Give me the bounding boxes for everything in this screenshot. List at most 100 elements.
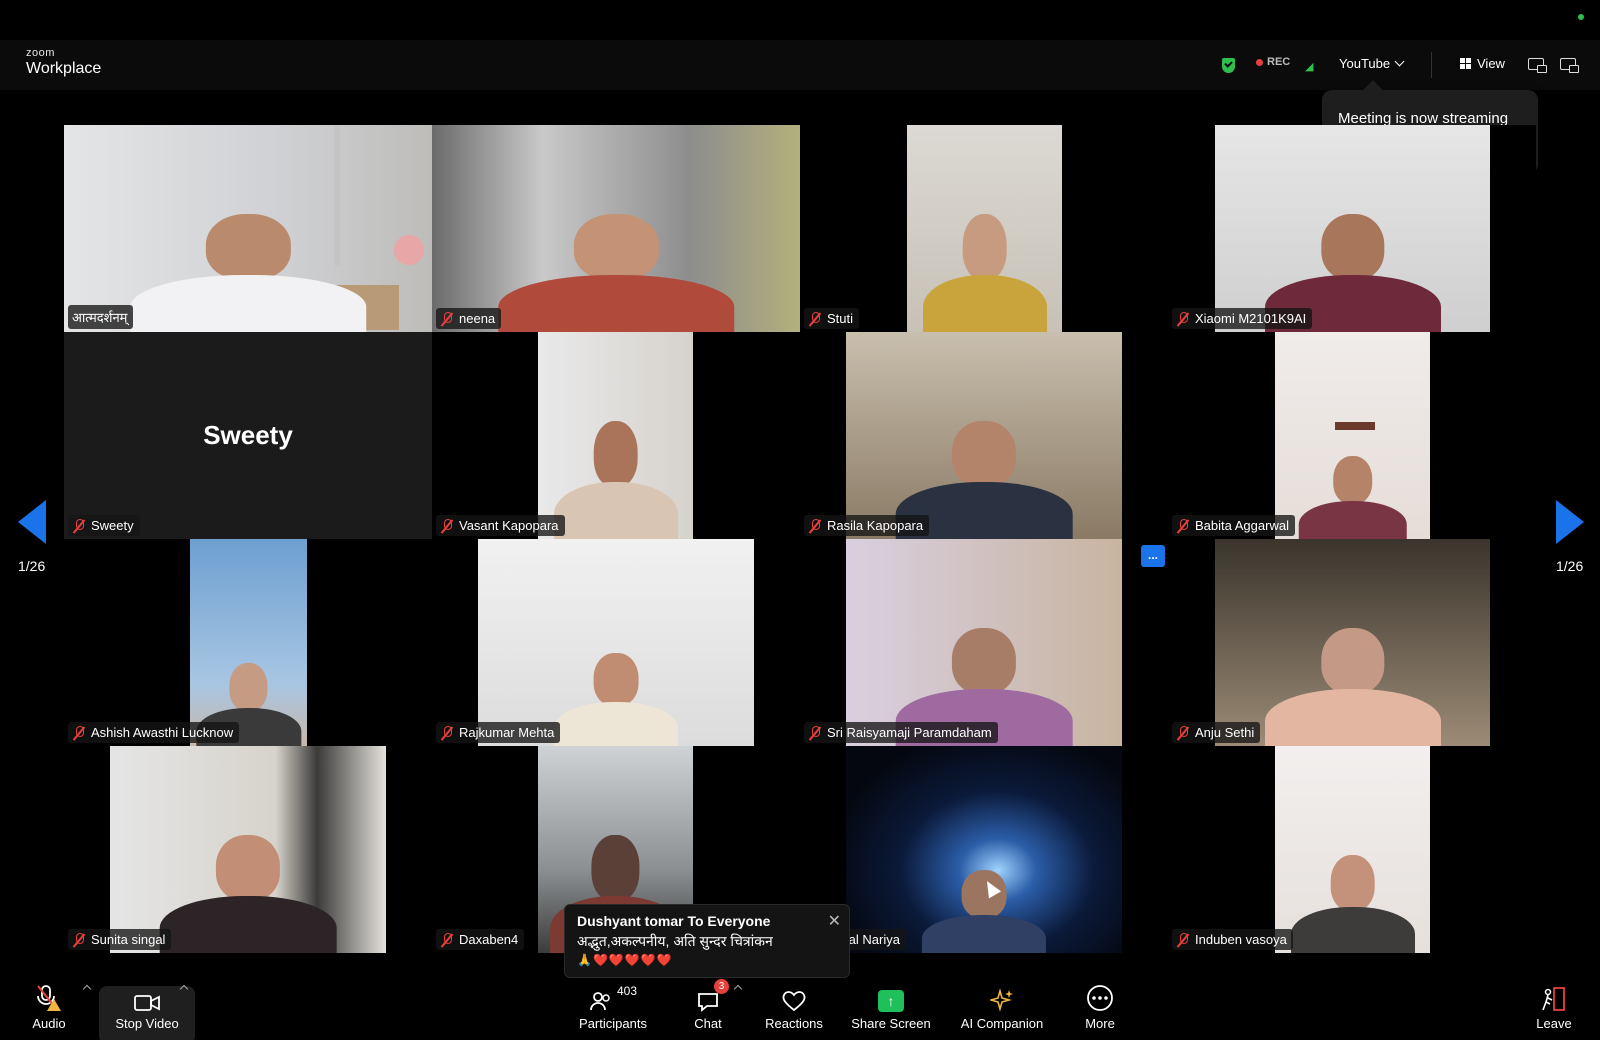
recording-indicator[interactable]: REC	[1256, 56, 1290, 68]
video-tile[interactable]: Anju Sethi	[1168, 539, 1536, 746]
minimize-window-icon[interactable]	[1528, 58, 1547, 73]
share-screen-icon: ↑	[878, 990, 904, 1012]
video-tile[interactable]: Induben vasoya	[1168, 746, 1536, 953]
figure-head	[952, 420, 1016, 488]
video-feed	[846, 539, 1122, 746]
video-feed	[1215, 539, 1490, 746]
video-tile[interactable]: Stuti	[800, 125, 1168, 332]
ai-companion-button[interactable]: AI Companion	[956, 980, 1048, 1040]
chat-button[interactable]: Chat 3	[686, 979, 730, 1040]
participant-name: Sweety	[91, 518, 134, 533]
more-dots-icon	[1078, 980, 1122, 1012]
video-feed	[846, 746, 1122, 953]
figure-head	[216, 834, 280, 902]
video-tile-camera-off[interactable]: Sweety Sweety	[64, 332, 432, 539]
fullscreen-icon[interactable]	[1560, 58, 1579, 73]
heart-icon	[762, 980, 826, 1012]
participant-name-tag: Stuti	[804, 308, 860, 329]
video-tile[interactable]: Vasant Kapopara	[432, 332, 800, 539]
participant-figure	[498, 213, 734, 332]
share-screen-icon-wrap: ↑	[848, 980, 934, 1012]
stop-video-button[interactable]: Stop Video	[107, 980, 187, 1040]
chat-sender: Dushyant tomar To Everyone	[577, 913, 771, 929]
figure-head	[1320, 213, 1385, 281]
encryption-shield-icon[interactable]	[1222, 58, 1235, 73]
leave-button[interactable]: Leave	[1530, 980, 1578, 1040]
next-page-arrow[interactable]	[1556, 500, 1584, 544]
figure-head	[962, 213, 1007, 281]
video-tile[interactable]: Babita Aggarwal	[1168, 332, 1536, 539]
mic-muted-icon	[1176, 932, 1190, 947]
figure-head	[1320, 627, 1385, 695]
participant-name: Induben vasoya	[1195, 932, 1287, 947]
participant-name: Ashish Awasthi Lucknow	[91, 725, 234, 740]
figure-head	[961, 869, 1007, 919]
participant-figure	[553, 420, 678, 539]
participant-figure	[1290, 855, 1415, 953]
chat-options-caret-icon[interactable]	[733, 984, 743, 994]
participant-name: neena	[459, 311, 496, 326]
video-feed	[1215, 125, 1490, 332]
mic-muted-icon	[1176, 311, 1190, 326]
grid-view-icon	[1460, 58, 1471, 69]
video-feed	[478, 539, 754, 746]
video-tile[interactable]: Rajkumar Mehta	[432, 539, 800, 746]
participants-button[interactable]: 403 Participants	[572, 980, 654, 1040]
more-button[interactable]: More	[1078, 980, 1122, 1040]
video-feed	[64, 125, 432, 332]
participant-big-name: Sweety	[203, 420, 293, 450]
participant-name: Rasila Kapopara	[827, 518, 924, 533]
video-tile[interactable]: Sri Raisyamaji Paramdaham	[800, 539, 1168, 746]
figure-body	[921, 914, 1047, 953]
share-screen-button[interactable]: ↑ Share Screen	[848, 980, 934, 1040]
tile-more-options-button[interactable]: ...	[1141, 545, 1165, 567]
stop-video-label: Stop Video	[115, 1016, 179, 1031]
figure-body	[922, 275, 1047, 332]
participant-figure	[553, 652, 679, 746]
participant-name: Stuti	[827, 311, 854, 326]
figure-body	[130, 275, 366, 332]
participant-figure	[159, 834, 337, 953]
reactions-button[interactable]: Reactions	[762, 980, 826, 1040]
video-feed	[110, 746, 386, 953]
figure-body	[1290, 907, 1415, 953]
mic-muted-icon	[1176, 518, 1190, 533]
view-button[interactable]: View	[1460, 56, 1505, 71]
video-tile[interactable]: Rasila Kapopara	[800, 332, 1168, 539]
audio-button[interactable]: Audio	[24, 980, 74, 1040]
mic-muted-icon	[1176, 725, 1190, 740]
video-tile[interactable]: neena	[432, 125, 800, 332]
chat-label: Chat	[694, 1016, 722, 1031]
participant-figure	[130, 213, 366, 332]
video-tile[interactable]: Sunita singal	[64, 746, 432, 953]
mic-muted-icon	[808, 725, 822, 740]
figure-head	[1330, 855, 1375, 912]
participant-name-tag: Ashish Awasthi Lucknow	[68, 722, 240, 743]
video-tile[interactable]: Ashish Awasthi Lucknow	[64, 539, 432, 746]
participant-figure	[922, 213, 1047, 332]
figure-body	[1264, 689, 1441, 746]
logo-workplace-text: Workplace	[26, 60, 102, 77]
audio-options-caret-icon[interactable]	[82, 984, 92, 994]
participant-name-tag: Sweety	[68, 515, 140, 536]
video-tile[interactable]: Kinjal Nariya	[800, 746, 1168, 953]
chat-unread-badge: 3	[714, 979, 729, 994]
participant-name-tag: आत्मदर्शनम्	[68, 305, 134, 329]
close-icon[interactable]: ✕	[828, 911, 841, 931]
chevron-down-icon	[1394, 56, 1405, 67]
video-tile[interactable]: Xiaomi M2101K9AI	[1168, 125, 1536, 332]
sparkle-icon	[956, 980, 1048, 1012]
figure-head	[1332, 455, 1373, 505]
figure-head	[229, 662, 268, 712]
youtube-stream-dropdown[interactable]: YouTube	[1339, 56, 1405, 71]
previous-page-arrow[interactable]	[18, 500, 46, 544]
mic-muted-icon	[72, 518, 86, 533]
figure-body	[553, 482, 678, 539]
chat-message: अद्भुत,अकल्पनीय, अति सुन्दर चित्रांकन	[577, 933, 773, 949]
figure-body	[1298, 500, 1407, 539]
chat-notification[interactable]: Dushyant tomar To Everyone अद्भुत,अकल्पन…	[564, 904, 850, 978]
video-tile[interactable]: आत्मदर्शनम्	[64, 125, 432, 332]
participant-name-tag: Sunita singal	[68, 929, 172, 950]
share-screen-label: Share Screen	[851, 1016, 931, 1031]
chat-emoji: 🙏❤️❤️❤️❤️❤️	[577, 953, 673, 967]
